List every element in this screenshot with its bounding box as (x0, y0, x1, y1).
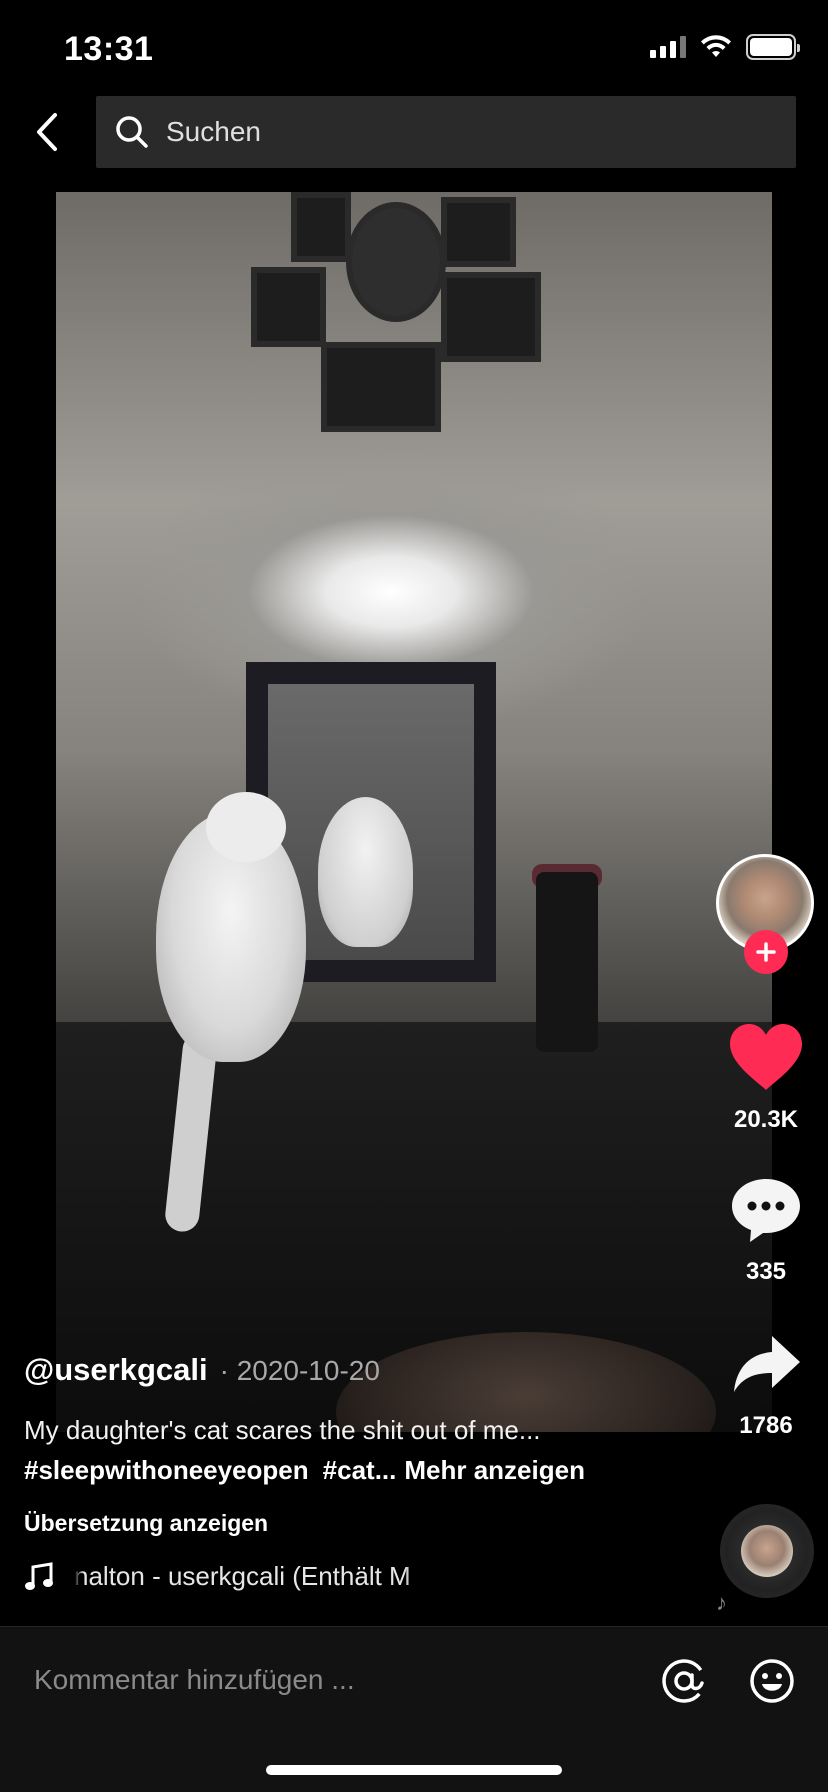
video-description: My daughter's cat scares the shit out of… (24, 1415, 541, 1445)
music-note-icon (25, 1561, 53, 1590)
cellular-signal-icon (650, 36, 686, 58)
top-bar (0, 96, 828, 168)
floating-note-icon: ♪ (716, 1590, 727, 1615)
video-caption: @userkgcali · 2020-10-20 My daughter's c… (24, 1352, 704, 1592)
follow-button[interactable] (744, 930, 788, 974)
author-line: @userkgcali · 2020-10-20 (24, 1352, 704, 1388)
status-time: 13:31 (64, 30, 154, 68)
wall-photo-frames (251, 192, 551, 442)
wifi-icon (701, 35, 731, 57)
back-arrow-icon (37, 113, 57, 151)
cat-reflection (318, 797, 413, 947)
hashtag-link[interactable]: #sleepwithoneeyeopen (24, 1455, 309, 1485)
comment-input[interactable] (34, 1655, 594, 1705)
music-row[interactable]: nalton - userkgcali (Enthält M (24, 1561, 704, 1592)
post-date: · 2020-10-20 (219, 1355, 380, 1386)
search-icon (116, 116, 148, 148)
video-player[interactable] (56, 192, 772, 1432)
status-icons (650, 34, 800, 60)
disc-cover (741, 1525, 793, 1577)
search-input[interactable] (166, 116, 726, 148)
hashtag-link[interactable]: #cat... (323, 1455, 397, 1485)
battery-icon (746, 34, 800, 60)
home-indicator[interactable] (266, 1765, 562, 1775)
search-bar[interactable] (96, 96, 796, 168)
music-disc[interactable] (720, 1504, 814, 1598)
back-button[interactable] (26, 106, 66, 158)
comment-count: 335 (745, 1258, 787, 1285)
comment-bar (0, 1626, 828, 1792)
cat-head (206, 792, 286, 862)
author-username[interactable]: @userkgcali (24, 1352, 208, 1388)
music-title: nalton - userkgcali (Enthält M (74, 1561, 411, 1591)
jar (536, 872, 598, 1052)
plus-icon (756, 942, 776, 962)
at-icon[interactable] (660, 1657, 708, 1705)
more-link[interactable]: Mehr anzeigen (404, 1455, 585, 1485)
heart-icon[interactable] (728, 1022, 804, 1092)
hashtag-line: #sleepwithoneeyeopen #cat... Mehr anzeigen (24, 1450, 704, 1490)
like-count: 20.3K (733, 1106, 799, 1133)
comment-bubble-icon[interactable] (730, 1176, 802, 1244)
share-count: 1786 (739, 1412, 793, 1439)
translate-link[interactable]: Übersetzung anzeigen (24, 1510, 704, 1537)
share-arrow-icon[interactable] (732, 1334, 802, 1394)
emoji-icon[interactable] (748, 1657, 796, 1705)
status-bar: 13:31 (0, 0, 828, 96)
